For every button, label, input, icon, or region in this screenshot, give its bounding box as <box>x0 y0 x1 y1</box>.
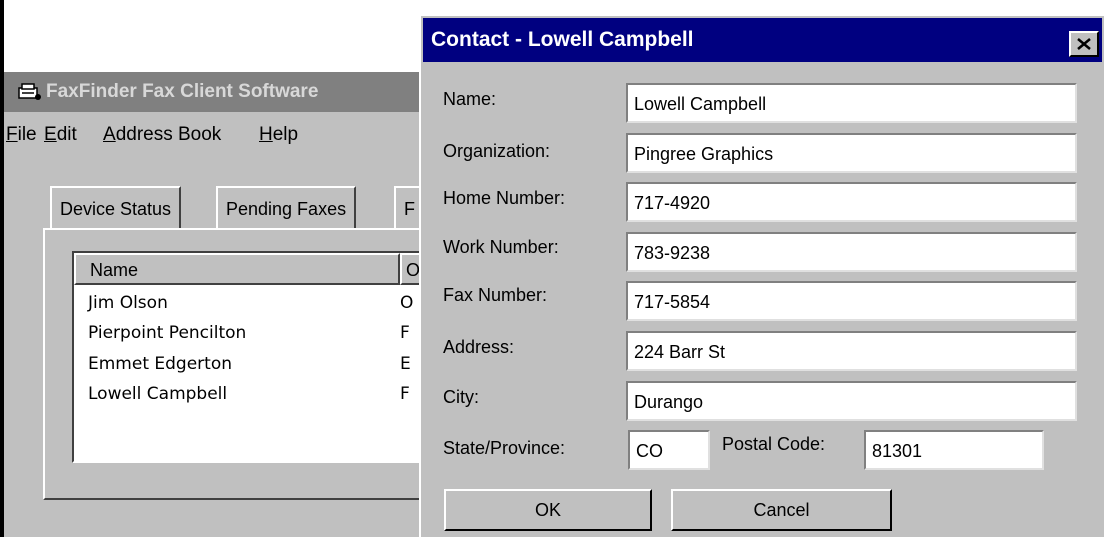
organization-field[interactable]: Pingree Graphics <box>626 133 1077 173</box>
menu-bar: File Edit Address Book Help <box>4 118 421 152</box>
list-item[interactable]: Pierpoint Pencilton <box>88 323 246 343</box>
list-item-col2: E <box>400 354 411 374</box>
menu-edit[interactable]: Edit <box>44 124 77 146</box>
home-number-field[interactable]: 717-4920 <box>626 182 1077 222</box>
list-item[interactable]: Jim Olson <box>88 293 168 313</box>
close-button[interactable] <box>1069 31 1099 57</box>
dialog-titlebar[interactable]: Contact - Lowell Campbell <box>423 18 1102 62</box>
state-province-field[interactable]: CO <box>628 430 710 470</box>
contact-list[interactable]: Name O Jim Olson O Pierpoint Pencilton F… <box>72 251 425 463</box>
list-item-col2: F <box>400 384 410 404</box>
city-field[interactable]: Durango <box>626 381 1077 421</box>
tab-device-status[interactable]: Device Status <box>50 186 182 230</box>
name-label: Name: <box>443 89 497 109</box>
tab-label: Device Status <box>60 199 172 219</box>
main-window-top-area <box>4 0 421 72</box>
home-number-label: Home Number: <box>443 188 566 208</box>
fax-number-label: Fax Number: <box>443 285 548 305</box>
column-header-label: Name <box>90 260 139 280</box>
city-label: City: <box>443 387 479 407</box>
close-icon <box>1077 38 1091 50</box>
main-window: FaxFinder Fax Client Software File Edit … <box>0 0 425 537</box>
main-window-titlebar[interactable]: FaxFinder Fax Client Software <box>4 72 421 112</box>
name-field[interactable]: Lowell Campbell <box>626 83 1077 123</box>
postal-code-field[interactable]: 81301 <box>864 430 1044 470</box>
tab-label: Pending Faxes <box>226 199 347 219</box>
tab-pending-faxes[interactable]: Pending Faxes <box>216 186 357 230</box>
ok-button[interactable]: OK <box>444 489 652 531</box>
work-number-label: Work Number: <box>443 237 559 257</box>
tab-label: F <box>404 199 415 219</box>
menu-address-book[interactable]: Address Book <box>103 124 221 146</box>
postal-code-label: Postal Code: <box>722 434 826 454</box>
address-field[interactable]: 224 Barr St <box>626 331 1077 371</box>
main-window-title: FaxFinder Fax Client Software <box>46 81 319 102</box>
organization-label: Organization: <box>443 141 551 161</box>
menu-help[interactable]: Help <box>259 124 298 146</box>
state-province-label: State/Province: <box>443 438 566 458</box>
list-item-col2: F <box>400 323 410 343</box>
list-item[interactable]: Lowell Campbell <box>88 384 227 404</box>
list-item-col2: O <box>400 293 414 313</box>
address-label: Address: <box>443 337 515 357</box>
column-header-name[interactable]: Name <box>74 253 400 285</box>
column-header-label: O <box>406 260 421 280</box>
work-number-field[interactable]: 783-9238 <box>626 232 1077 272</box>
list-item[interactable]: Emmet Edgerton <box>88 354 232 374</box>
fax-machine-icon <box>18 83 41 100</box>
dialog-title: Contact - Lowell Campbell <box>431 28 694 51</box>
fax-number-field[interactable]: 717-5854 <box>626 281 1077 321</box>
menu-file[interactable]: File <box>6 124 37 146</box>
cancel-button[interactable]: Cancel <box>671 489 892 531</box>
